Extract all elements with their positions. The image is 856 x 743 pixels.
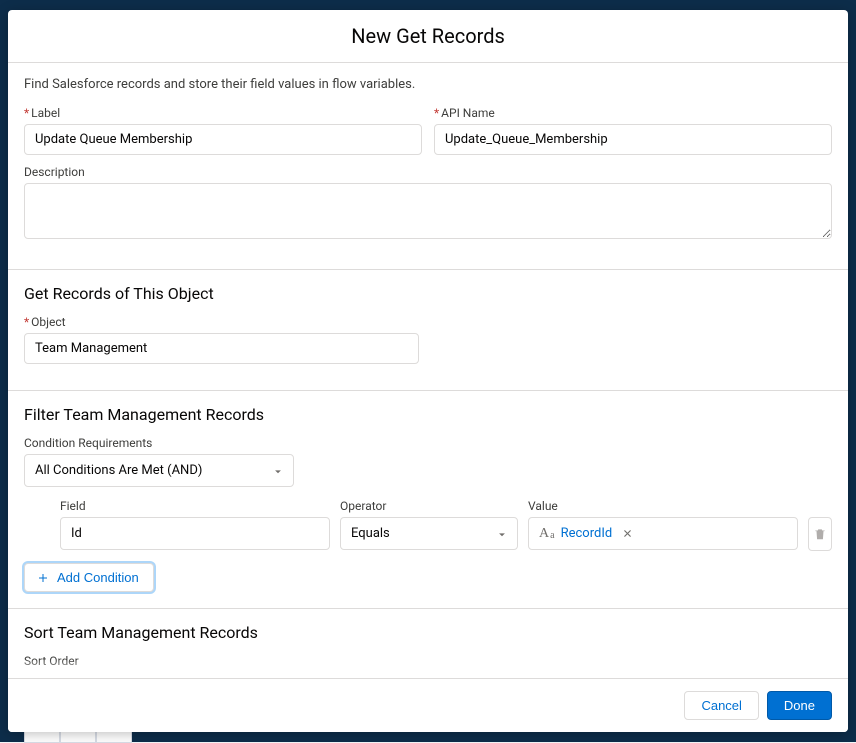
condition-field-label: Field: [60, 499, 330, 513]
object-field-label: *Object: [24, 315, 832, 329]
condition-value-input[interactable]: Aa RecordId: [528, 517, 798, 550]
plus-icon: [37, 572, 49, 584]
clear-value-button[interactable]: [620, 527, 634, 541]
section-basic-info: Find Salesforce records and store their …: [8, 63, 848, 270]
condition-field-combobox[interactable]: Id: [60, 517, 330, 550]
sort-section-title: Sort Team Management Records: [24, 623, 832, 642]
condition-operator-col: Operator Equals: [340, 499, 518, 550]
cancel-button[interactable]: Cancel: [684, 691, 758, 720]
condition-field-value: Id: [71, 526, 82, 541]
section-sort: Sort Team Management Records Sort Order: [8, 609, 848, 668]
sort-order-label: Sort Order: [24, 654, 832, 668]
object-input[interactable]: [24, 333, 419, 364]
required-asterisk: *: [24, 315, 29, 329]
chevron-down-icon: [497, 529, 507, 539]
text-type-icon: Aa: [539, 526, 555, 542]
condition-value-label: Value: [528, 499, 798, 513]
label-input[interactable]: [24, 124, 422, 155]
chevron-down-icon: [273, 466, 283, 476]
label-field-group: *Label: [24, 106, 422, 155]
required-asterisk: *: [434, 106, 439, 120]
label-field-label: *Label: [24, 106, 422, 120]
apiname-input[interactable]: [434, 124, 832, 155]
condition-operator-label: Operator: [340, 499, 518, 513]
description-field-label: Description: [24, 165, 832, 179]
apiname-field-label: *API Name: [434, 106, 832, 120]
modal-body: Find Salesforce records and store their …: [8, 63, 848, 678]
add-condition-label: Add Condition: [57, 570, 139, 585]
modal-header: New Get Records: [8, 10, 848, 63]
condition-requirements-group: Condition Requirements All Conditions Ar…: [24, 436, 832, 487]
object-section-title: Get Records of This Object: [24, 284, 832, 303]
required-asterisk: *: [24, 106, 29, 120]
section-filter: Filter Team Management Records Condition…: [8, 391, 848, 609]
condition-row: Field Id Operator Equals Value: [24, 499, 832, 551]
section-object: Get Records of This Object *Object: [8, 270, 848, 391]
modal-title: New Get Records: [24, 24, 832, 48]
condition-requirements-label: Condition Requirements: [24, 436, 832, 450]
object-field-group: *Object: [24, 315, 832, 364]
apiname-field-group: *API Name: [434, 106, 832, 155]
condition-requirements-select[interactable]: All Conditions Are Met (AND): [24, 454, 294, 487]
modal-footer: Cancel Done: [8, 678, 848, 732]
sort-order-group: Sort Order: [24, 654, 832, 668]
condition-operator-value: Equals: [351, 526, 390, 541]
done-button[interactable]: Done: [767, 691, 832, 720]
condition-requirements-value: All Conditions Are Met (AND): [35, 463, 202, 478]
filter-section-title: Filter Team Management Records: [24, 405, 832, 424]
add-condition-button[interactable]: Add Condition: [24, 563, 154, 592]
condition-operator-select[interactable]: Equals: [340, 517, 518, 550]
condition-value-pill: RecordId: [561, 526, 613, 541]
description-field-group: Description: [24, 165, 832, 243]
condition-field-col: Field Id: [60, 499, 330, 550]
delete-condition-button[interactable]: [808, 517, 832, 551]
new-get-records-modal: New Get Records Find Salesforce records …: [8, 10, 848, 732]
description-textarea[interactable]: [24, 183, 832, 239]
condition-value-col: Value Aa RecordId: [528, 499, 798, 550]
intro-text: Find Salesforce records and store their …: [24, 77, 832, 92]
